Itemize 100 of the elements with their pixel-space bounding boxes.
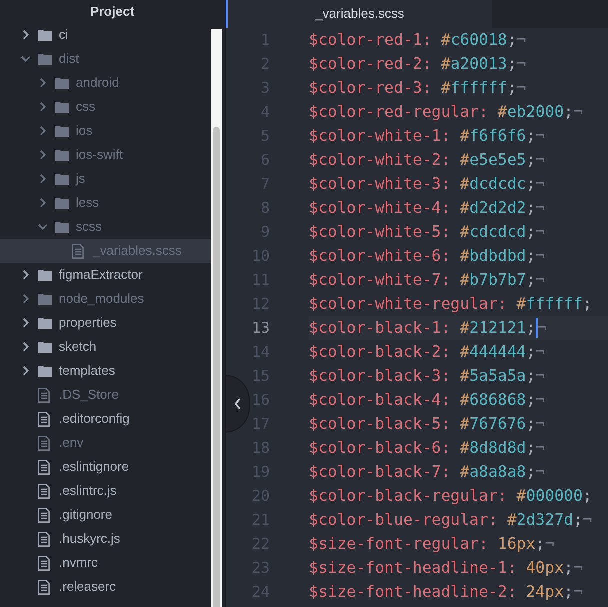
code-line: $color-red-2: #a20013;¬: [309, 53, 528, 76]
item-label: ios-swift: [76, 146, 123, 164]
item-label: css: [76, 98, 96, 116]
chevron-down-icon: [38, 222, 48, 232]
code-line: $color-white-6: #bdbdbd;¬: [309, 245, 546, 268]
file-item[interactable]: .releaserc: [0, 575, 211, 599]
file-icon: [38, 388, 50, 402]
item-label: figmaExtractor: [59, 266, 143, 284]
folder-icon: [55, 197, 69, 209]
code-line: $color-black-3: #5a5a5a;¬: [309, 365, 546, 388]
chevron-down-icon: [21, 54, 31, 64]
code-line: $color-white-5: #cdcdcd;¬: [309, 221, 546, 244]
code-line: $color-white-2: #e5e5e5;¬: [309, 149, 546, 172]
file-item[interactable]: .eslintrc.js: [0, 479, 211, 503]
file-icon: [38, 436, 50, 450]
chevron-right-icon: [21, 318, 31, 328]
item-label: _variables.scss: [93, 242, 182, 260]
item-label: .releaserc: [59, 578, 116, 596]
folder-item[interactable]: figmaExtractor: [0, 263, 211, 287]
folder-icon: [55, 77, 69, 89]
code-line: $size-font-headline-2: 24px;¬: [309, 581, 584, 604]
line-number: 13: [251, 318, 270, 339]
file-item[interactable]: .gitignore: [0, 503, 211, 527]
code-line: $color-black-4: #686868;¬: [309, 389, 546, 412]
item-label: scss: [76, 218, 102, 236]
chevron-right-icon: [38, 198, 48, 208]
code-line: $color-black-regular: #000000;: [309, 485, 594, 508]
item-label: android: [76, 74, 120, 92]
code-line: $color-black-5: #767676;¬: [309, 413, 546, 436]
file-icon: [38, 556, 50, 570]
code-line: $size-font-headline-1: 40px;¬: [309, 557, 584, 580]
code-line: $color-white-1: #f6f6f6;¬: [309, 125, 546, 148]
chevron-right-icon: [21, 366, 31, 376]
folder-icon: [38, 317, 52, 329]
chevron-left-icon: [234, 398, 242, 410]
file-item[interactable]: .editorconfig: [0, 407, 211, 431]
file-item[interactable]: .eslintignore: [0, 455, 211, 479]
chevron-right-icon: [38, 78, 48, 88]
item-label: .editorconfig: [59, 410, 130, 428]
code-line: $color-white-regular: #ffffff;: [309, 293, 594, 316]
panel-title: Project: [89, 2, 136, 21]
chevron-right-icon: [38, 126, 48, 136]
code-line: $color-black-6: #8d8d8d;¬: [309, 437, 546, 460]
item-label: .gitignore: [59, 506, 112, 524]
item-label: ios: [76, 122, 93, 140]
item-label: .eslintignore: [59, 458, 130, 476]
item-label: .huskyrc.js: [59, 530, 120, 548]
code-line: $color-blue-regular: #2d327d;¬: [309, 509, 594, 532]
folder-icon: [55, 101, 69, 113]
chevron-right-icon: [21, 270, 31, 280]
file-icon: [38, 412, 50, 426]
item-label: .env: [59, 434, 84, 452]
code-line: $color-black-7: #a8a8a8;¬: [309, 461, 546, 484]
folder-item[interactable]: properties: [0, 311, 211, 335]
item-label: less: [76, 194, 100, 212]
file-icon: [38, 484, 50, 498]
code-line: $color-red-3: #ffffff;¬: [309, 77, 528, 100]
item-label: templates: [59, 362, 116, 380]
chevron-right-icon: [21, 342, 31, 352]
item-label: sketch: [59, 338, 97, 356]
folder-item[interactable]: templates: [0, 359, 211, 383]
folder-icon: [38, 341, 52, 353]
item-label: .nvmrc: [59, 554, 98, 572]
code-line: $color-white-7: #b7b7b7;¬: [309, 269, 546, 292]
chevron-right-icon: [38, 150, 48, 160]
item-label: dist: [59, 50, 80, 68]
chevron-right-icon: [38, 102, 48, 112]
folder-item[interactable]: sketch: [0, 335, 211, 359]
item-label: .eslintrc.js: [59, 482, 117, 500]
folder-icon: [55, 149, 69, 161]
folder-icon: [38, 293, 52, 305]
item-label: node_modules: [59, 290, 144, 308]
folder-icon: [38, 29, 52, 41]
folder-icon: [38, 53, 52, 65]
folder-icon: [38, 269, 52, 281]
scrollbar[interactable]: [211, 29, 222, 607]
scrollbar-thumb[interactable]: [213, 127, 220, 607]
folder-icon: [55, 125, 69, 137]
file-icon: [38, 460, 50, 474]
code-line: $color-red-1: #c60018;¬: [309, 29, 528, 52]
file-icon: [38, 580, 50, 594]
item-label: ci: [59, 26, 68, 44]
chevron-right-icon: [21, 30, 31, 40]
code-line: $color-black-2: #444444;¬: [309, 341, 546, 364]
file-icon: [38, 532, 50, 546]
file-item[interactable]: .huskyrc.js: [0, 527, 211, 551]
folder-icon: [55, 221, 69, 233]
folder-icon: [55, 173, 69, 185]
file-icon: [72, 244, 84, 258]
item-label: js: [76, 170, 86, 188]
code-line: $color-red-regular: #eb2000;¬: [309, 101, 584, 124]
file-item[interactable]: .nvmrc: [0, 551, 211, 575]
code-line: $color-white-3: #dcdcdc;¬: [309, 173, 546, 196]
chevron-right-icon: [38, 174, 48, 184]
code-line: $color-white-4: #d2d2d2;¬: [309, 197, 546, 220]
editor-tab[interactable]: _variables.scss: [226, 0, 492, 28]
folder-item[interactable]: ci: [0, 23, 211, 47]
folder-icon: [38, 365, 52, 377]
file-icon: [38, 508, 50, 522]
code-line: $size-font-regular: 16px;¬: [309, 533, 556, 556]
